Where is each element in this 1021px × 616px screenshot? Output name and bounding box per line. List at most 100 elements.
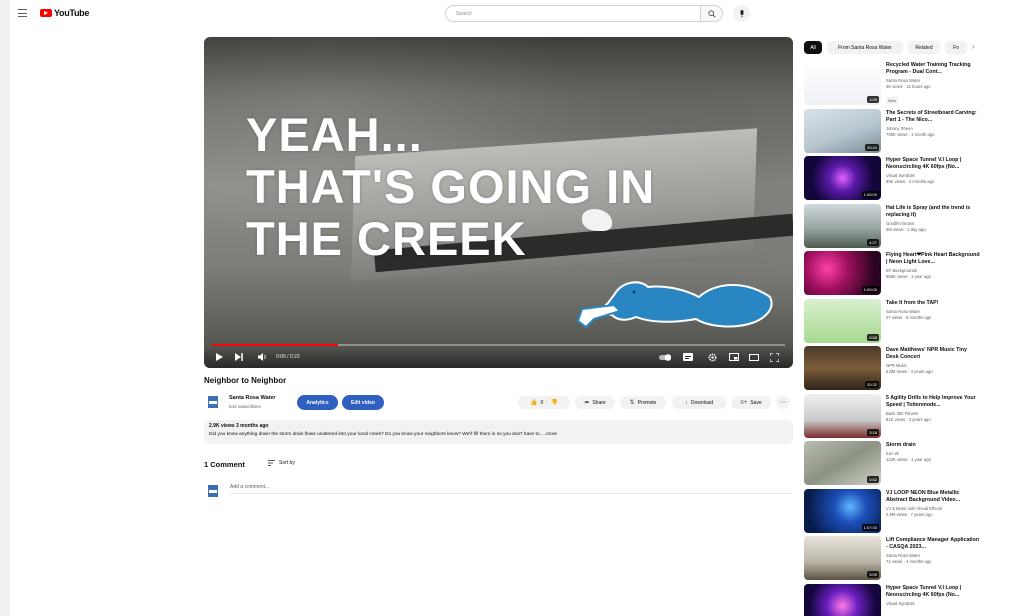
recommendation-item[interactable]: 1:00:00 Flying Heart❤Pink Heart Backgroun… — [804, 251, 1014, 295]
youtube-logo[interactable]: YouTube — [40, 8, 89, 18]
recommendation-thumbnail[interactable]: 20:32 — [804, 346, 881, 390]
subtitles-icon — [683, 353, 693, 361]
recommendation-thumbnail[interactable]: 20:24 — [804, 108, 881, 153]
recommendation-stats: 123K views · 1 year ago — [886, 457, 931, 462]
recommendation-channel[interactable]: Visual Symbols — [886, 173, 981, 178]
download-button[interactable]: ↓ Download — [672, 396, 726, 409]
recommendation-thumbnail[interactable]: 1:09 — [804, 61, 881, 105]
volume-button[interactable] — [256, 351, 268, 363]
promote-label: Promote — [637, 399, 657, 406]
recommendation-thumbnail[interactable]: 4:27 — [804, 203, 881, 248]
recommendation-title[interactable]: Hyper Space Tunnel V.I Loop | Neonscircl… — [886, 585, 981, 599]
youtube-watch-page: YouTube Search YEAH... THAT'S GOING IN T… — [0, 0, 1021, 616]
fullscreen-button[interactable] — [768, 351, 780, 363]
duration-badge: 3:09 — [867, 571, 879, 578]
channel-avatar[interactable] — [208, 396, 218, 408]
like-count[interactable]: 0 — [540, 400, 543, 406]
recommendation-title[interactable]: VJ LOOP NEON Blue Metallic Abstract Back… — [886, 490, 981, 504]
recommendation-thumbnail[interactable]: 1:07:33 — [804, 488, 881, 533]
recommendation-title[interactable]: Hat Life is Spray (and the trend is repl… — [886, 205, 981, 219]
analytics-button[interactable]: Analytics — [297, 395, 338, 410]
recommendation-item[interactable]: 20:24 The Secrets of Streetboard Carving:… — [804, 108, 1014, 153]
chevron-right-icon[interactable]: › — [972, 44, 974, 51]
recommendation-channel[interactable]: Back 360 Fitness — [886, 411, 981, 416]
recommendation-channel[interactable]: Visual Symbols — [886, 601, 981, 606]
chip-related[interactable]: Related — [908, 41, 940, 54]
recommendation-item[interactable]: Hyper Space Tunnel V.I Loop | Neonscircl… — [804, 583, 1014, 616]
recommendation-title[interactable]: The Secrets of Streetboard Carving: Part… — [886, 110, 981, 124]
hamburger-menu-icon[interactable] — [18, 9, 27, 17]
chip-all[interactable]: All — [804, 41, 822, 54]
recommendation-item[interactable]: 0:52 Storm drain Ken W 123K views · 1 year … — [804, 441, 1014, 485]
sort-by-button[interactable]: Sort by — [268, 460, 295, 466]
recommendation-item[interactable]: 1:07:33 VJ LOOP NEON Blue Metallic Abstra… — [804, 488, 1014, 533]
settings-button[interactable] — [706, 351, 718, 363]
play-button[interactable] — [214, 351, 224, 363]
recommendation-title[interactable]: 5 Agility Drills to Help Improve Your Sp… — [886, 395, 981, 409]
miniplayer-icon — [729, 353, 739, 361]
share-button[interactable]: ➦ Share — [575, 396, 615, 409]
save-playlist-icon: ≡+ — [740, 399, 748, 406]
recommendation-title[interactable]: Take It from the TAP! — [886, 300, 981, 307]
search-button[interactable] — [701, 5, 723, 22]
more-actions-button[interactable]: ⋯ — [776, 396, 790, 409]
recommendation-title[interactable]: Flying Heart❤Pink Heart Background | Neo… — [886, 252, 981, 266]
recommendation-title[interactable]: Hyper Space Tunnel V.I Loop | Neonscircl… — [886, 157, 981, 171]
promote-button[interactable]: ⇅ Promote — [620, 396, 666, 409]
theater-mode-button[interactable] — [748, 351, 760, 363]
recommendation-title[interactable]: Storm drain — [886, 442, 981, 449]
recommendation-item[interactable]: 1:09 Recycled Water Training Tracking Pro… — [804, 61, 1014, 105]
video-player[interactable]: YEAH... THAT'S GOING IN THE CREEK 0:00 /… — [204, 37, 793, 368]
user-avatar — [208, 485, 218, 497]
recommendation-item[interactable]: 3:09 Lift Compliance Manager Application … — [804, 536, 1014, 580]
recommendation-title[interactable]: Dave Matthews' NPR Music Tiny Desk Conce… — [886, 347, 981, 361]
recommendation-channel[interactable]: VJ & Music with Visual Effects — [886, 506, 981, 511]
recommendation-info: Hat Life is Spray (and the trend is repl… — [886, 205, 981, 232]
recommendation-channel[interactable]: Ken W — [886, 451, 981, 456]
recommendation-stats: 3M views · 1 day ago — [886, 226, 926, 232]
recommendation-channel[interactable]: Santa Rosa Water — [886, 553, 981, 558]
recommendation-thumbnail[interactable]: 0:52 — [804, 441, 881, 485]
search-input[interactable]: Search — [445, 5, 701, 22]
recommendation-thumbnail[interactable]: 3:18 — [804, 393, 881, 438]
autoplay-toggle[interactable] — [658, 351, 672, 363]
recommendation-item[interactable]: 20:32 Dave Matthews' NPR Music Tiny Desk … — [804, 346, 1014, 390]
recommendation-channel[interactable]: Santa Rosa Water — [886, 309, 981, 314]
recommendation-item[interactable]: 4:27 Hat Life is Spray (and the trend is … — [804, 203, 1014, 248]
subtitles-button[interactable] — [682, 351, 694, 363]
recommendation-thumbnail[interactable]: 1:00:00 — [804, 156, 881, 200]
next-button[interactable] — [234, 351, 244, 363]
thumbs-up-icon[interactable]: 👍 — [530, 399, 537, 406]
chip-from-channel[interactable]: From Santa Rosa Water — [827, 41, 903, 54]
recommendation-channel[interactable]: Santa Rosa Water — [886, 78, 981, 83]
recommendation-item[interactable]: 1:00:00 Hyper Space Tunnel V.I Loop | Neo… — [804, 156, 1014, 200]
add-comment-input[interactable]: Add a comment... — [230, 484, 792, 494]
voice-search-button[interactable] — [733, 5, 750, 22]
recommendation-channel[interactable]: Johnny Sheen — [886, 126, 981, 131]
recommendation-item[interactable]: 0:58 Take It from the TAP! Santa Rosa Wate… — [804, 298, 1014, 343]
recommendation-thumbnail[interactable]: 1:00:00 — [804, 251, 881, 295]
recommendation-info: Hyper Space Tunnel V.I Loop | Neonscircl… — [886, 157, 981, 184]
recommendation-title[interactable]: Lift Compliance Manager Application - CA… — [886, 537, 981, 551]
thumbs-down-icon[interactable]: 👎 — [551, 399, 558, 406]
save-button[interactable]: ≡+ Save — [731, 396, 771, 409]
duration-badge: 0:52 — [867, 476, 879, 483]
recommendation-info: 5 Agility Drills to Help Improve Your Sp… — [886, 395, 981, 422]
recommendation-thumbnail[interactable]: 0:58 — [804, 298, 881, 343]
recommendation-item[interactable]: 3:18 5 Agility Drills to Help Improve You… — [804, 393, 1014, 438]
like-dislike-group: 👍 0 | 👎 — [518, 396, 570, 409]
miniplayer-button[interactable] — [728, 351, 740, 363]
recommendation-channel[interactable]: EF Backgrounds — [886, 268, 981, 273]
edit-video-button[interactable]: Edit video — [342, 395, 384, 410]
recommendation-stats: 5.8M views · 4 years ago — [886, 369, 933, 374]
recommendation-channel[interactable]: NPR Music — [886, 363, 981, 368]
description-box[interactable]: 2.9K views 3 months ago Did you know any… — [204, 420, 793, 444]
recommendation-title[interactable]: Recycled Water Training Tracking Program… — [886, 62, 981, 76]
recommendation-stats: 27 views · 5 months ago — [886, 314, 932, 320]
recommendation-channel[interactable]: Goodfer Brown — [886, 221, 981, 226]
channel-name[interactable]: Santa Rosa Water — [229, 395, 276, 401]
search-icon — [707, 9, 715, 17]
chip-fo[interactable]: Fo — [945, 41, 967, 54]
recommendation-thumbnail[interactable]: 3:09 — [804, 536, 881, 580]
recommendation-thumbnail[interactable] — [804, 583, 881, 616]
